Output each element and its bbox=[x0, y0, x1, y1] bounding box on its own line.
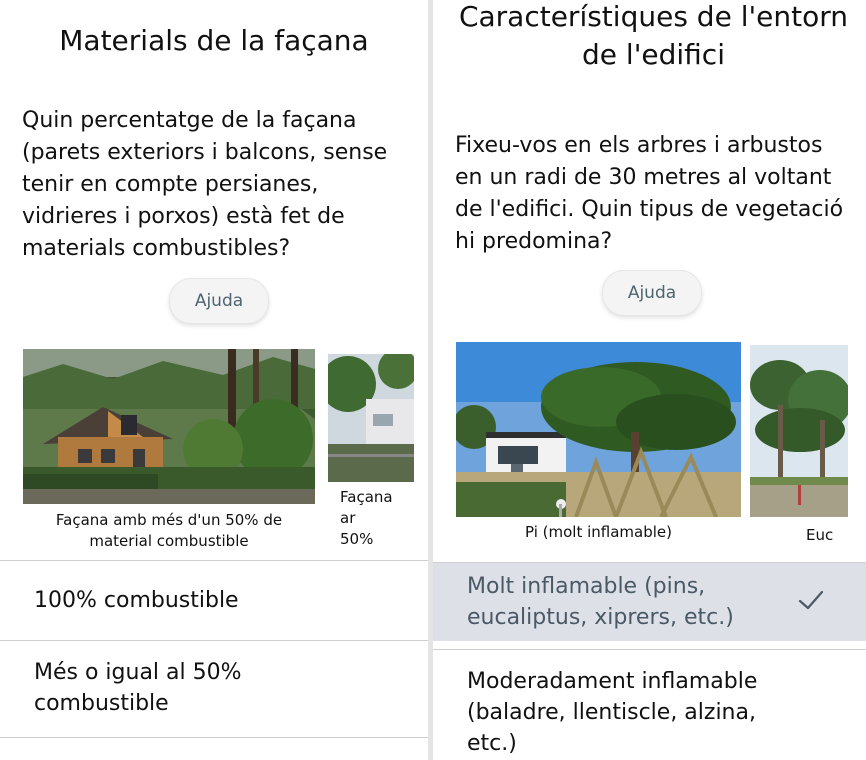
help-button[interactable]: Ajuda bbox=[602, 270, 702, 316]
answer-option-selected[interactable]: Molt inflamable (pins, eucaliptus, xipre… bbox=[433, 563, 866, 641]
pine-tree-photo bbox=[456, 342, 741, 517]
checkmark-icon bbox=[798, 590, 824, 610]
house-photo bbox=[328, 354, 414, 482]
eucalyptus-photo bbox=[750, 345, 848, 517]
card-caption: Pi (molt inflamable) bbox=[525, 523, 672, 541]
left-screen: Materials de la façana Quin percentatge … bbox=[0, 0, 428, 760]
question-text: Quin percentatge de la façana (parets ex… bbox=[22, 108, 388, 261]
example-card[interactable]: Façana amb més d'un 50% de material comb… bbox=[23, 349, 315, 554]
example-card[interactable]: Pi (molt inflamable) bbox=[456, 342, 741, 552]
option-label: Moderadament inflamable (baladre, llenti… bbox=[467, 669, 758, 756]
option-divider bbox=[0, 737, 428, 738]
answer-option[interactable]: 100% combustible bbox=[0, 561, 428, 640]
answer-option[interactable]: Més o igual al 50% combustible bbox=[0, 641, 428, 737]
card-caption: Euc bbox=[806, 526, 834, 544]
example-card[interactable]: Façana ar 50% c com bbox=[328, 354, 428, 554]
right-screen: Característiques de l'entorn de l'edific… bbox=[433, 0, 866, 760]
card-caption: Façana ar 50% c com bbox=[340, 488, 425, 554]
house-photo bbox=[23, 349, 315, 504]
option-label: Més o igual al 50% combustible bbox=[34, 660, 242, 716]
answer-option[interactable]: Moderadament inflamable (baladre, llenti… bbox=[433, 650, 866, 760]
example-card[interactable]: Euc bbox=[750, 345, 866, 552]
option-label: 100% combustible bbox=[34, 588, 239, 613]
question-text: Fixeu-vos en els arbres i arbustos en un… bbox=[455, 133, 844, 254]
card-caption: Façana amb més d'un 50% de material comb… bbox=[55, 511, 283, 550]
help-button[interactable]: Ajuda bbox=[169, 278, 269, 324]
page-title: Característiques de l'entorn de l'edific… bbox=[458, 0, 849, 71]
page-title: Materials de la façana bbox=[59, 24, 369, 57]
option-label: Molt inflamable (pins, eucaliptus, xipre… bbox=[467, 574, 734, 630]
